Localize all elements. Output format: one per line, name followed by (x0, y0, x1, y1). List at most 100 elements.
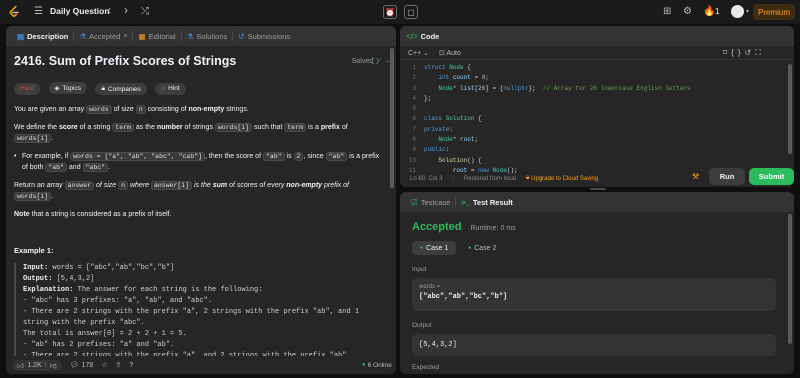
example-line: Output: [5,4,3,2] (23, 275, 95, 283)
expand-icon[interactable]: ⛶ (755, 48, 765, 57)
example-title: Example 1: (14, 246, 54, 255)
code-text: class Solution { (424, 115, 482, 123)
code-line[interactable]: 1 struct Node { (400, 63, 790, 73)
tab-editorial[interactable]: ▦ Editorial (133, 31, 182, 41)
problem-title[interactable]: 2416. Sum of Prefix Scores of Strings (14, 54, 236, 68)
leetcode-logo[interactable] (8, 5, 21, 19)
line-number: 6 (412, 115, 416, 123)
result-scrollbar[interactable] (788, 214, 792, 344)
comment-icon: 💬︎ (69, 362, 79, 369)
line-number: 7 (412, 125, 416, 133)
close-tab-icon[interactable]: × (123, 33, 127, 40)
example-line: - There are 2 strings with the prefix "a… (23, 308, 360, 316)
tab-test-result[interactable]: >_ Test Result (456, 197, 517, 207)
star-icon[interactable]: ☆ (101, 361, 107, 369)
comments-button[interactable]: 💬︎ 178 (69, 361, 94, 370)
chevron-down-icon[interactable]: ▾ (746, 8, 749, 15)
example-line: string with the prefix "abc". (23, 319, 145, 327)
code-line[interactable]: 6 class Solution { (400, 114, 790, 124)
input-label: Input (412, 266, 427, 273)
code-title: Code (420, 31, 440, 41)
code-line[interactable]: 5 (400, 104, 790, 114)
code-line[interactable]: 2 int count = 0; (400, 73, 790, 83)
debug-icon[interactable]: ⚒ (692, 172, 699, 181)
tag-icon: ◈ (54, 85, 60, 92)
case-tabs: ● Case 1 ● Case 2 (412, 241, 502, 255)
bookmark-icon[interactable]: ⌑ (723, 48, 731, 57)
notes-icon[interactable]: ▢ (404, 5, 418, 19)
code-scrollbar[interactable] (788, 64, 792, 154)
line-number: 8 (412, 136, 416, 144)
difficulty-badge: Hard (14, 82, 41, 95)
editor-actions: ⌑{}↺⛶ (723, 48, 765, 58)
terminal-icon: >_ (461, 197, 470, 207)
history-icon: ↺ (238, 31, 245, 41)
code-line[interactable]: 9 public: (400, 145, 790, 155)
tab-testcase[interactable]: ☑ Testcase (406, 197, 457, 207)
chevron-right-icon[interactable]: › (124, 4, 128, 16)
share-icon[interactable]: ⇪ (116, 361, 122, 369)
paragraph-note: Note that a string is considered as a pr… (14, 211, 172, 218)
code-text: Solution() { (438, 156, 482, 164)
language-select[interactable]: C++ ⌄ (408, 49, 429, 57)
help-icon[interactable]: ? (129, 362, 133, 369)
code-line[interactable]: 3 Node* list[26] = {nullptr}; // Array f… (400, 84, 790, 94)
description-footer: 👍︎ 1.2K | 👎︎ 💬︎ 178 ☆ ⇪ ? ● 6 Online (6, 356, 396, 374)
code-text: }; (424, 94, 432, 102)
code-line[interactable]: 8 Node* root; (400, 135, 790, 145)
shuffle-icon[interactable]: ⤮ (141, 6, 149, 18)
code-line[interactable]: 10 Solution() { (400, 156, 790, 166)
companies-chip[interactable]: 🔒︎ Companies (95, 83, 147, 95)
premium-button[interactable]: Premium (753, 4, 795, 20)
chevron-left-icon[interactable]: ‹ (107, 4, 111, 16)
format-braces-icon[interactable]: {} (731, 48, 744, 57)
example-line: Explanation: The answer for each string … (23, 286, 263, 294)
description-tabs: ▤ Description ⚗ Accepted × ▦ Editorial ⚗ Solu… (6, 26, 396, 66)
line-number: 10 (408, 156, 416, 164)
code-line[interactable]: 4}; (400, 94, 790, 104)
topics-chip[interactable]: ◈ Topics (48, 82, 87, 94)
line-number: 9 (412, 146, 416, 154)
tab-solutions[interactable]: ⚗ Solutions (182, 31, 234, 41)
user-avatar[interactable] (731, 5, 744, 18)
code-editor[interactable]: 1 struct Node {2 int count = 0; 3 Node* li… (400, 63, 790, 176)
layout-grid-icon[interactable]: ⊞ (663, 6, 671, 18)
code-line[interactable]: 7 private: (400, 125, 790, 135)
panel-resize-handle[interactable] (590, 188, 606, 190)
flask-icon: ⚗ (79, 31, 87, 41)
output-box: [5,4,3,2] (412, 334, 776, 356)
like-button[interactable]: 👍︎ 1.2K | 👎︎ (12, 359, 62, 371)
code-toolbar: C++ ⌄ ⊡ Auto ⌑{}↺⛶ (400, 46, 794, 60)
reset-icon[interactable]: ↺ (744, 48, 755, 57)
code-brackets-icon: </> (406, 31, 418, 41)
alarm-clock-icon[interactable]: ⏰ (383, 5, 397, 19)
tab-description[interactable]: ▤ Description (12, 31, 75, 41)
description-scrollbar[interactable] (390, 48, 394, 188)
upgrade-link[interactable]: 🔒︎ Upgrade to Cloud Saving (526, 175, 598, 182)
fire-streak-icon[interactable]: 🔥 (703, 6, 715, 18)
tab-accepted[interactable]: ⚗ Accepted × (74, 31, 134, 41)
output-label: Output (412, 322, 432, 329)
online-dot-icon: ● (362, 362, 366, 368)
code-panel: </> Code C++ ⌄ ⊡ Auto ⌑{}↺⛶ 1 struct Node… (400, 26, 794, 187)
auto-mode-toggle[interactable]: ⊡ Auto (439, 49, 461, 57)
paragraph-definition: We define the score of a string term as … (14, 123, 348, 143)
checkbox-icon: ☑ (411, 197, 418, 207)
settings-gear-icon[interactable]: ⚙ (683, 6, 692, 18)
case-2-tab[interactable]: ● Case 2 (462, 241, 502, 255)
hint-chip[interactable]: ◌ Hint (155, 82, 186, 95)
problem-list-title[interactable]: Daily Question (50, 6, 110, 16)
code-text: public: (424, 146, 450, 154)
submit-button[interactable]: Submit (749, 168, 794, 185)
problem-list-icon[interactable]: ☰ (34, 6, 43, 18)
result-panel: ☑ Testcase >_ Test Result Accepted Runtime… (400, 192, 794, 374)
run-button[interactable]: Run (709, 168, 745, 185)
line-number: 4 (412, 94, 416, 102)
example-line: The total is answer[0] = 2 + 2 + 1 = 5. (23, 330, 187, 338)
output-value: [5,4,3,2] (419, 341, 457, 349)
code-header: </> Code (400, 26, 794, 46)
restored-status: Restored from local (463, 175, 516, 182)
case-1-tab[interactable]: ● Case 1 (412, 241, 457, 255)
tab-submissions[interactable]: ↺ Submissions (233, 31, 295, 41)
streak-count[interactable]: 1 (715, 6, 719, 18)
